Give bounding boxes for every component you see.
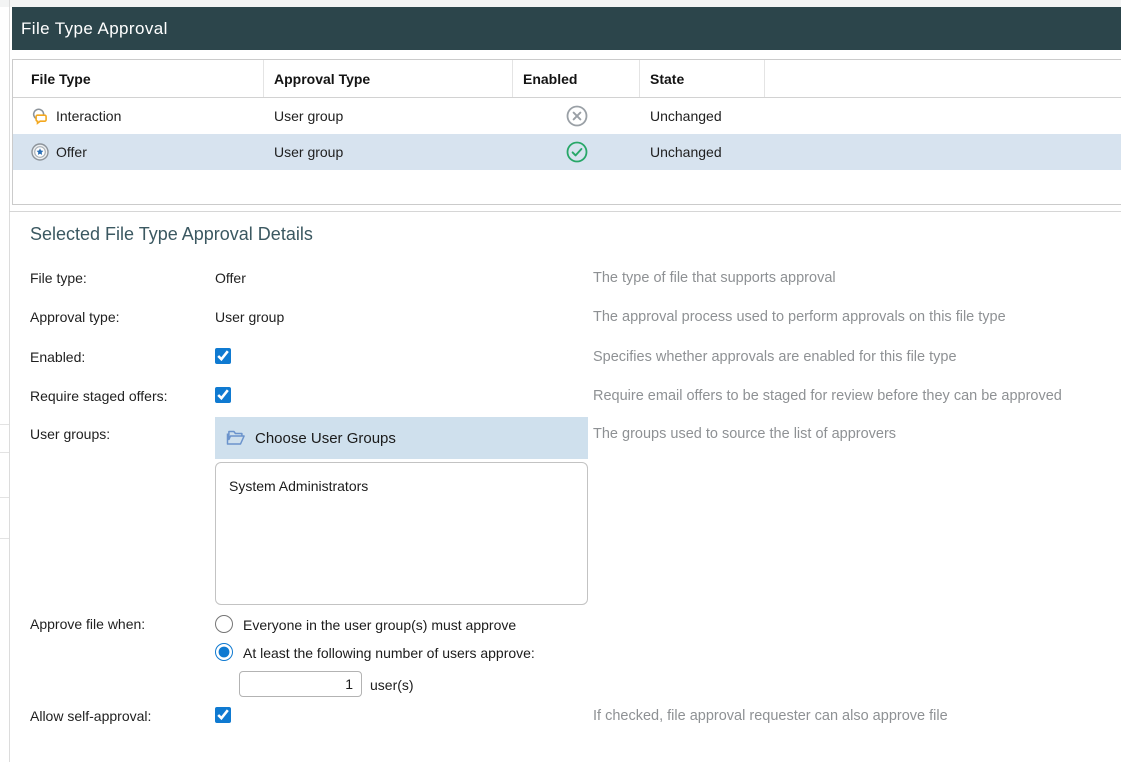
interaction-icon — [31, 107, 49, 125]
table-row-interaction[interactable]: Interaction User group Unchanged — [13, 98, 1121, 134]
choose-user-groups-label: Choose User Groups — [255, 430, 396, 447]
left-rail-tick — [0, 538, 9, 539]
file-type-approval-screen: File Type Approval File Type Approval Ty… — [0, 0, 1121, 762]
enabled-icon — [565, 140, 589, 164]
user-groups-help: The groups used to source the list of ap… — [593, 426, 896, 442]
column-header-enabled: Enabled — [513, 60, 640, 97]
column-header-file-type: File Type — [13, 60, 264, 97]
table-header-row: File Type Approval Type Enabled State — [13, 60, 1121, 98]
file-type-table: File Type Approval Type Enabled State In… — [12, 59, 1121, 205]
left-panel-divider — [9, 0, 10, 762]
offer-icon — [31, 143, 49, 161]
panel-divider — [9, 211, 1121, 212]
approve-file-when-label: Approve file when: — [30, 616, 145, 632]
folder-icon — [226, 430, 246, 447]
left-rail-tick — [0, 424, 9, 425]
title-bar: File Type Approval — [12, 7, 1121, 50]
file-type-cell: Offer — [56, 144, 87, 160]
enabled-help: Specifies whether approvals are enabled … — [593, 349, 957, 365]
approve-at-least-label: At least the following number of users a… — [243, 645, 535, 661]
left-rail-tick — [0, 452, 9, 453]
page-title: File Type Approval — [12, 19, 168, 39]
column-header-approval-type: Approval Type — [264, 60, 513, 97]
state-cell: Unchanged — [640, 108, 765, 124]
approval-type-label: Approval type: — [30, 309, 120, 325]
require-staged-offers-help: Require email offers to be staged for re… — [593, 388, 1062, 404]
file-type-label: File type: — [30, 270, 87, 286]
column-header-state: State — [640, 60, 765, 97]
user-group-item[interactable]: System Administrators — [216, 463, 587, 494]
enabled-label: Enabled: — [30, 349, 85, 365]
column-header-empty — [765, 60, 1121, 97]
approval-type-cell: User group — [264, 144, 513, 160]
table-row-offer[interactable]: Offer User group Unchanged — [13, 134, 1121, 170]
approve-everyone-radio[interactable] — [215, 615, 233, 633]
approver-count-suffix: user(s) — [370, 677, 414, 693]
require-staged-offers-checkbox[interactable] — [215, 387, 231, 403]
approval-type-help: The approval process used to perform app… — [593, 309, 1006, 325]
approve-everyone-label: Everyone in the user group(s) must appro… — [243, 617, 516, 633]
allow-self-approval-help: If checked, file approval requester can … — [593, 708, 948, 724]
allow-self-approval-checkbox[interactable] — [215, 707, 231, 723]
require-staged-offers-label: Require staged offers: — [30, 388, 168, 404]
allow-self-approval-label: Allow self-approval: — [30, 708, 151, 724]
approval-type-cell: User group — [264, 108, 513, 124]
user-groups-label: User groups: — [30, 426, 110, 442]
choose-user-groups-button[interactable]: Choose User Groups — [215, 417, 588, 459]
left-rail-tick — [0, 497, 9, 498]
file-type-cell: Interaction — [56, 108, 121, 124]
details-heading: Selected File Type Approval Details — [30, 224, 313, 245]
file-type-value: Offer — [215, 270, 246, 286]
approver-count-input[interactable] — [239, 671, 362, 697]
user-groups-list[interactable]: System Administrators — [215, 462, 588, 605]
disabled-icon — [565, 104, 589, 128]
top-strip — [0, 0, 1121, 7]
approve-at-least-radio[interactable] — [215, 643, 233, 661]
enabled-checkbox[interactable] — [215, 348, 231, 364]
file-type-help: The type of file that supports approval — [593, 270, 836, 286]
state-cell: Unchanged — [640, 144, 765, 160]
approval-type-value: User group — [215, 309, 284, 325]
